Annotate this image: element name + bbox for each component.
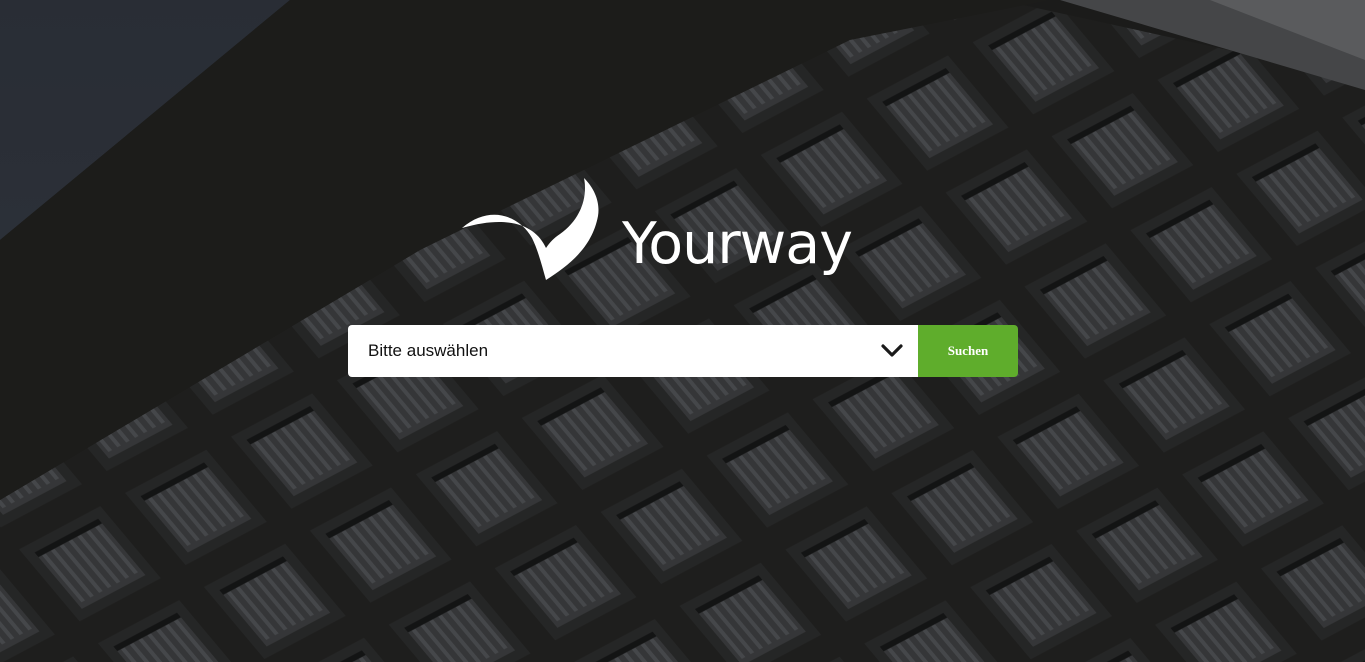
hero: Yourway Bitte auswählen Suchen [0, 0, 1365, 662]
search-form: Bitte auswählen Suchen [348, 325, 1018, 377]
select-value: Bitte auswählen [368, 341, 489, 360]
brand-name: Yourway [622, 211, 853, 277]
category-select[interactable]: Bitte auswählen [348, 325, 918, 377]
swoosh-check-icon [462, 178, 599, 280]
chevron-down-icon [881, 344, 903, 357]
page: Yourway Bitte auswählen Suchen [0, 0, 1365, 662]
search-button[interactable]: Suchen [918, 325, 1018, 377]
brand-logo[interactable]: Yourway [460, 176, 880, 291]
